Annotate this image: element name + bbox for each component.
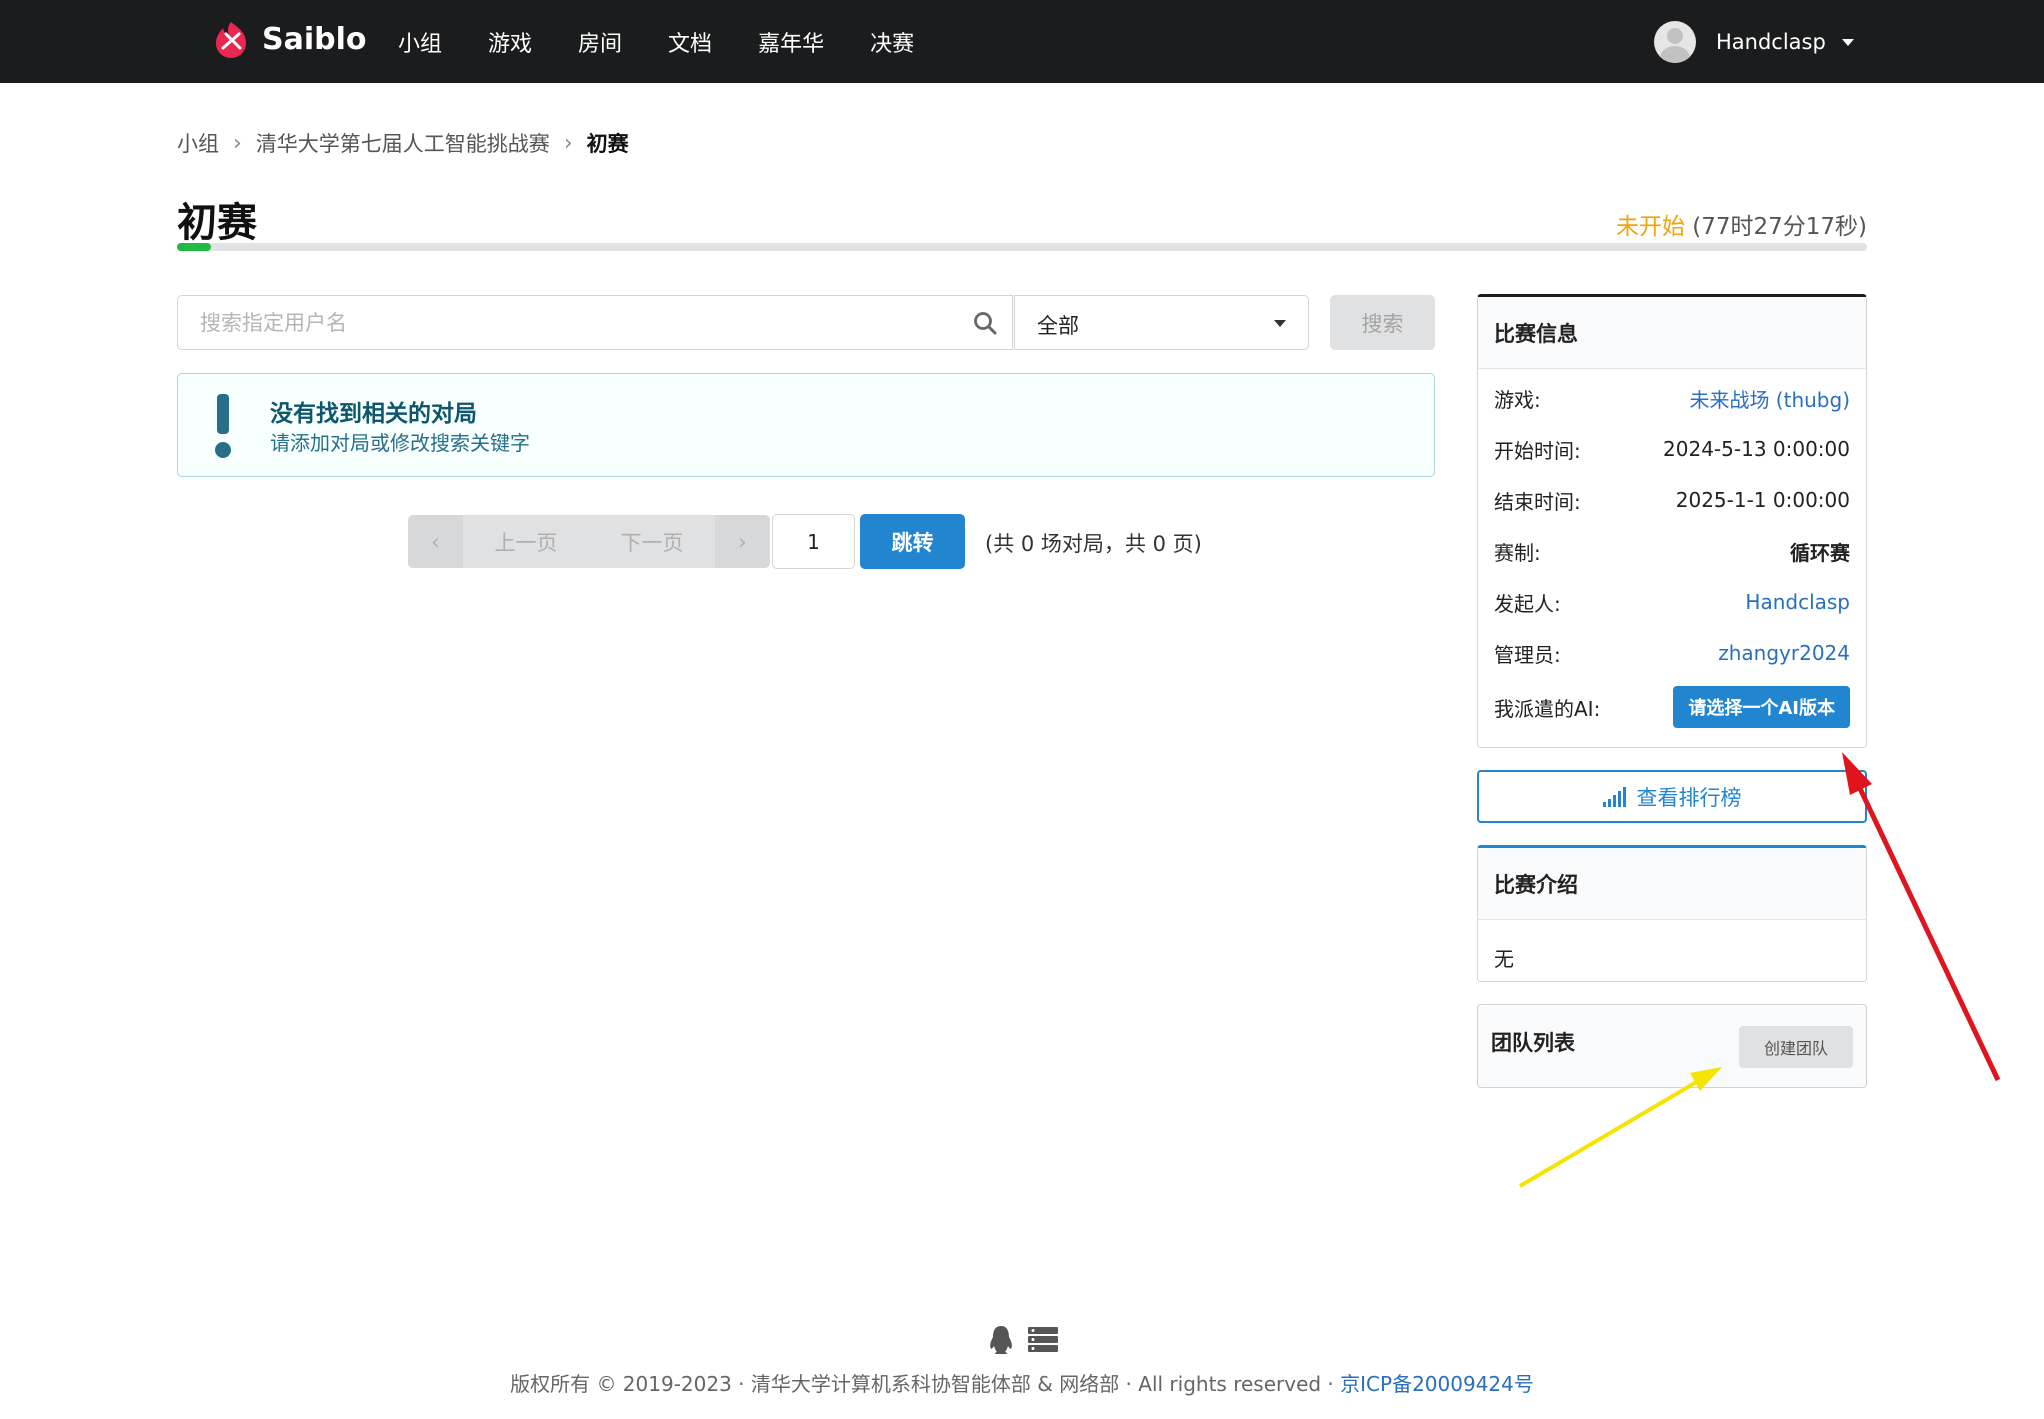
intro-panel: 比赛介绍 无	[1477, 845, 1867, 982]
info-row-end-time: 结束时间: 2025-1-1 0:00:00	[1494, 485, 1850, 515]
search-icon[interactable]	[972, 310, 998, 336]
search-button[interactable]: 搜索	[1330, 295, 1435, 350]
info-label: 赛制:	[1494, 540, 1541, 565]
intro-body: 无	[1494, 947, 1514, 971]
team-list-panel: 团队列表 创建团队	[1477, 1004, 1867, 1088]
empty-message: 没有找到相关的对局 请添加对局或修改搜索关键字	[177, 373, 1435, 477]
create-team-button[interactable]: 创建团队	[1739, 1026, 1853, 1068]
organizer-link[interactable]: Handclasp	[1745, 590, 1850, 614]
jump-button[interactable]: 跳转	[860, 514, 965, 569]
brand-name: Saiblo	[262, 21, 367, 57]
info-row-organizer: 发起人: Handclasp	[1494, 587, 1850, 617]
icp-link[interactable]: 京ICP备20009424号	[1340, 1372, 1534, 1396]
nav-item-docs[interactable]: 文档	[668, 26, 712, 58]
footer-copyright: 版权所有 © 2019-2023 · 清华大学计算机系科协智能体部 & 网络部 …	[510, 1372, 1341, 1396]
progress-bar-fill	[177, 243, 211, 251]
chevron-right-icon: ›	[563, 130, 573, 156]
chevron-right-icon: ›	[233, 130, 242, 156]
footer: 版权所有 © 2019-2023 · 清华大学计算机系科协智能体部 & 网络部 …	[0, 1368, 2044, 1397]
breadcrumb-groups[interactable]: 小组	[177, 128, 219, 158]
status-countdown: (77时27分17秒)	[1692, 214, 1867, 240]
info-label: 游戏:	[1494, 387, 1541, 412]
match-info-panel: 比赛信息 游戏: 未来战场 (thubg) 开始时间: 2024-5-13 0:…	[1477, 294, 1867, 748]
breadcrumb-current: 初赛	[586, 132, 629, 156]
select-ai-button[interactable]: 请选择一个AI版本	[1673, 686, 1850, 728]
prev-page-button[interactable]: 上一页	[463, 515, 589, 568]
saiblo-logo-icon	[216, 22, 246, 58]
pagination-summary: (共 0 场对局，共 0 页)	[985, 532, 1202, 556]
page-title: 初赛	[177, 200, 257, 246]
nav-item-games[interactable]: 游戏	[488, 26, 532, 58]
info-label: 管理员:	[1494, 642, 1561, 667]
top-navbar: Saiblo 小组 游戏 房间 文档 嘉年华 决赛 Handclasp	[0, 0, 2044, 83]
info-row-game: 游戏: 未来战场 (thubg)	[1494, 383, 1850, 413]
status-label: 未开始	[1615, 214, 1685, 240]
nav-item-finals[interactable]: 决赛	[870, 26, 914, 58]
info-row-admin: 管理员: zhangyr2024	[1494, 638, 1850, 668]
breadcrumb-contest[interactable]: 清华大学第七届人工智能挑战赛	[256, 128, 550, 158]
nav-item-carnival[interactable]: 嘉年华	[758, 26, 824, 58]
team-list-title: 团队列表	[1491, 1031, 1575, 1055]
contest-status: 未开始 (77时27分17秒)	[1616, 207, 1867, 241]
view-ranking-label: 查看排行榜	[1636, 785, 1742, 810]
qq-penguin-icon[interactable]	[988, 1325, 1014, 1355]
format-value: 循环赛	[1790, 540, 1850, 565]
next-page-button[interactable]: 下一页	[589, 515, 715, 568]
exclamation-icon	[215, 394, 231, 458]
main-nav: 小组 游戏 房间 文档 嘉年华 决赛	[398, 0, 960, 83]
filter-select[interactable]: 全部	[1014, 295, 1309, 350]
page-number-input[interactable]: 1	[772, 514, 855, 569]
search-field[interactable]	[177, 295, 1013, 350]
avatar	[1654, 21, 1696, 63]
match-info-title: 比赛信息	[1478, 297, 1866, 369]
chevron-left-icon[interactable]: ‹	[408, 515, 463, 568]
search-input[interactable]	[198, 296, 962, 350]
info-label: 结束时间:	[1494, 489, 1581, 514]
info-label: 我派遣的AI:	[1494, 696, 1601, 721]
game-link[interactable]: 未来战场 (thubg)	[1689, 384, 1850, 413]
pagination: ‹ 上一页 下一页 ›	[408, 515, 770, 568]
info-row-my-ai: 我派遣的AI: 请选择一个AI版本	[1494, 686, 1850, 728]
brand-logo[interactable]: Saiblo	[210, 18, 367, 60]
chevron-down-icon	[1841, 38, 1854, 46]
intro-title: 比赛介绍	[1478, 848, 1866, 920]
footer-icons	[988, 1325, 1072, 1355]
start-time-value: 2024-5-13 0:00:00	[1663, 437, 1850, 461]
message-header: 没有找到相关的对局	[270, 401, 477, 427]
server-icon[interactable]	[1028, 1327, 1058, 1353]
progress-bar	[177, 243, 1867, 251]
info-row-format: 赛制: 循环赛	[1494, 536, 1850, 566]
nav-item-rooms[interactable]: 房间	[578, 26, 622, 58]
view-ranking-button[interactable]: 查看排行榜	[1477, 770, 1867, 823]
info-label: 开始时间:	[1494, 438, 1581, 463]
info-label: 发起人:	[1494, 591, 1561, 616]
breadcrumb: 小组 › 清华大学第七届人工智能挑战赛 › 初赛	[177, 128, 629, 158]
chevron-right-icon[interactable]: ›	[715, 515, 770, 568]
username: Handclasp	[1716, 30, 1826, 54]
message-body: 请添加对局或修改搜索关键字	[270, 431, 530, 455]
filter-select-value: 全部	[1037, 314, 1079, 338]
signal-bars-icon	[1602, 786, 1626, 807]
admin-link[interactable]: zhangyr2024	[1718, 641, 1850, 665]
nav-item-groups[interactable]: 小组	[398, 26, 442, 58]
info-row-start-time: 开始时间: 2024-5-13 0:00:00	[1494, 434, 1850, 464]
user-menu[interactable]: Handclasp	[1654, 20, 1854, 64]
dropdown-caret-icon	[1274, 320, 1286, 327]
end-time-value: 2025-1-1 0:00:00	[1675, 488, 1850, 512]
